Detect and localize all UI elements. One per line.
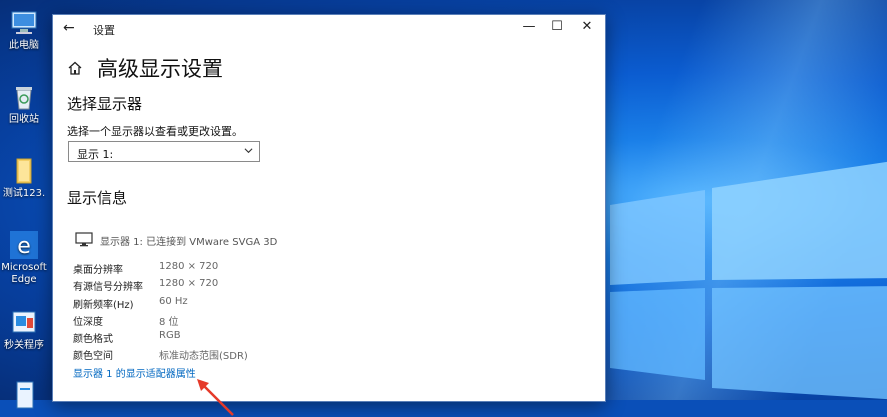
choose-display-hint: 选择一个显示器以查看或更改设置。 [67,125,243,138]
maximize-button[interactable]: ☐ [543,19,571,39]
info-value: RGB [159,330,181,342]
edge-icon: e [9,230,39,260]
page-title: 高级显示设置 [97,57,223,81]
desktop-icon-label: Microsoft [1,262,47,273]
close-button[interactable]: ✕ [573,19,601,39]
desktop-icon-label: 测试123. [2,188,46,199]
info-value: 1280 × 720 [159,278,219,290]
info-key: 桌面分辨率 [73,265,123,276]
choose-display-heading: 选择显示器 [67,95,143,113]
desktop-icon-this-pc[interactable]: 此电脑 [0,8,48,52]
display-info-heading: 显示信息 [67,189,128,207]
window-title: 设置 [93,24,115,37]
info-value: 标准动态范围(SDR) [159,351,248,363]
folder-icon [9,156,39,186]
display-select-value: 显示 1: [77,148,114,161]
svg-text:e: e [17,234,31,259]
info-row-active-signal-resolution: 有源信号分辨率 1280 × 720 [73,278,248,295]
display-select[interactable]: 显示 1: [68,141,260,162]
display-adapter-properties-link[interactable]: 显示器 1 的显示适配器属性 [73,365,196,380]
home-icon[interactable] [67,60,83,76]
app-icon [9,308,39,338]
desktop-icon-label: 此电脑 [9,40,39,51]
page-header: 高级显示设置 [67,53,223,83]
monitor-icon [75,232,93,247]
annotation-arrow-icon [197,379,234,416]
minimize-button[interactable]: — [515,19,543,39]
recycle-bin-icon [9,82,39,112]
info-value: 60 Hz [159,295,188,307]
windows-logo-wallpaper [610,161,887,400]
desktop-icon-label: 秒关程序 [4,340,44,351]
desktop-icon-recycle-bin[interactable]: 回收站 [0,82,48,126]
computer-icon [9,8,39,38]
chevron-down-icon [244,148,253,154]
desktop-icon-label: Edge [11,274,37,285]
file-icon [9,380,39,410]
info-row-desktop-resolution: 桌面分辨率 1280 × 720 [73,261,248,278]
info-key: 颜色空间 [73,351,113,363]
display-info-table: 桌面分辨率 1280 × 720 有源信号分辨率 1280 × 720 刷新频率… [73,261,248,365]
info-key: 位深度 [73,316,103,328]
info-row-bit-depth: 位深度 8 位 [73,313,248,330]
settings-window: ← 设置 — ☐ ✕ 高级显示设置 选择显示器 选择一个显示器以查看或更改设置。… [52,14,606,416]
info-row-color-format: 颜色格式 RGB [73,330,248,347]
desktop-icon-app[interactable]: 秒关程序 [0,308,48,352]
info-key: 有源信号分辨率 [73,282,143,294]
title-bar: ← 设置 — ☐ ✕ [53,15,605,43]
desktop-icon-folder[interactable]: 测试123. [0,156,48,200]
info-key: 颜色格式 [73,334,113,346]
desktop-icon-edge[interactable]: e Microsoft Edge [0,230,48,286]
info-row-refresh-rate: 刷新频率(Hz) 60 Hz [73,296,248,313]
info-key: 刷新频率(Hz) [73,299,134,311]
info-row-color-space: 颜色空间 标准动态范围(SDR) [73,347,248,364]
info-value: 1280 × 720 [159,261,219,272]
info-value: 8 位 [159,316,179,328]
desktop-icon-file[interactable] [0,380,48,412]
back-arrow-icon[interactable]: ← [63,20,75,36]
desktop-icon-label: 回收站 [9,114,39,125]
monitor-info-row: 显示器 1: 已连接到 VMware SVGA 3D [75,232,277,248]
monitor-connection-text: 显示器 1: 已连接到 VMware SVGA 3D [100,236,278,248]
